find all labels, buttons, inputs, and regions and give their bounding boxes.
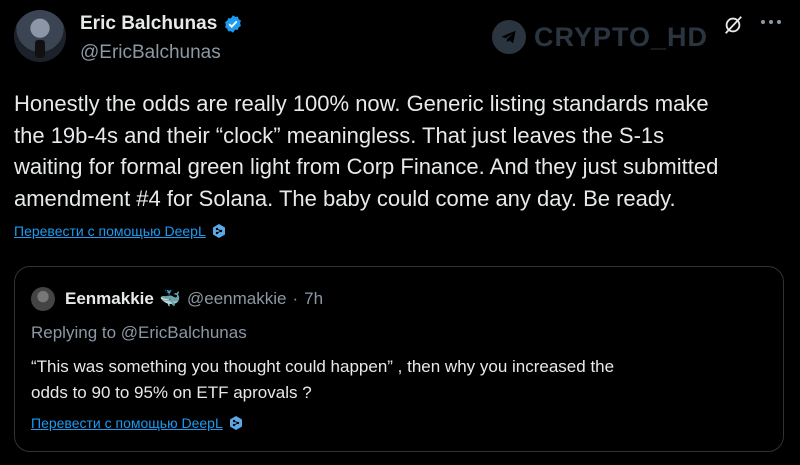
tweet-text: Honestly the odds are really 100% now. G… — [14, 88, 794, 214]
grok-icon[interactable] — [722, 14, 744, 36]
watermark: CRYPTO_HD — [492, 20, 708, 54]
author-name-text[interactable]: Eric Balchunas — [80, 13, 217, 35]
author-handle[interactable]: @EricBalchunas — [80, 42, 221, 64]
tweet-line: amendment #4 for Solana. The baby could … — [14, 185, 676, 211]
deepl-icon — [212, 224, 225, 238]
translate-link[interactable]: Перевести с помощью DeepL — [14, 223, 227, 239]
replying-to[interactable]: Replying to @EricBalchunas — [31, 323, 247, 343]
quote-author-handle[interactable]: @eenmakkie — [187, 289, 286, 309]
quote-author-avatar[interactable] — [31, 287, 55, 311]
quote-text: “This was something you thought could ha… — [31, 354, 771, 406]
tweet-line: waiting for formal green light from Corp… — [14, 154, 719, 179]
quote-line: “This was something you thought could ha… — [31, 357, 615, 376]
whale-emoji-icon: 🐳 — [159, 289, 182, 308]
quote-translate-link-text[interactable]: Перевести с помощью DeepL — [31, 415, 223, 431]
meta-separator: · — [292, 289, 299, 308]
verified-badge-icon — [225, 15, 242, 33]
quote-translate-link[interactable]: Перевести с помощью DeepL — [31, 415, 244, 431]
author-name[interactable]: Eric Balchunas — [80, 13, 243, 35]
telegram-icon — [492, 20, 526, 54]
deepl-icon — [229, 416, 242, 430]
watermark-text: CRYPTO_HD — [534, 21, 709, 52]
more-options-icon[interactable] — [760, 18, 782, 26]
author-avatar[interactable] — [14, 10, 66, 62]
tweet-line: Honestly the odds are really 100% now. G… — [14, 91, 709, 116]
quote-author-row[interactable]: Eenmakkie 🐳 @eenmakkie · 7h — [65, 289, 323, 309]
quote-author-name[interactable]: Eenmakkie — [65, 289, 154, 309]
translate-link-text[interactable]: Перевести с помощью DeepL — [14, 223, 206, 239]
tweet-line: the 19b-4s and their “clock” meaningless… — [14, 122, 665, 148]
quote-timestamp[interactable]: 7h — [304, 289, 323, 309]
quote-line: odds to 90 to 95% on ETF aprovals ? — [31, 383, 312, 402]
quoted-tweet[interactable]: Eenmakkie 🐳 @eenmakkie · 7h Replying to … — [14, 266, 784, 452]
